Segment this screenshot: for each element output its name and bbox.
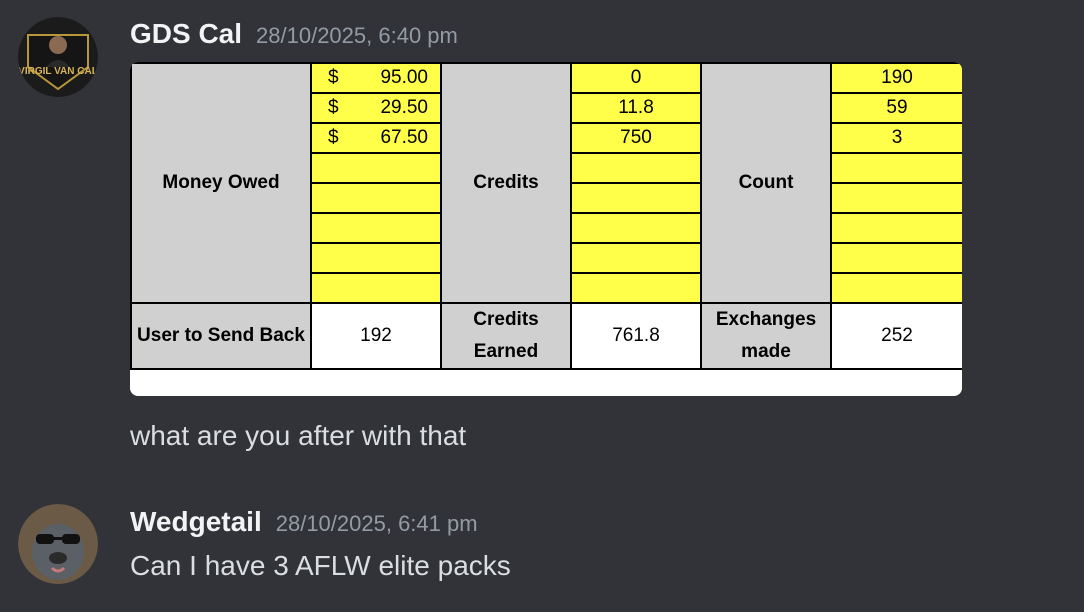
credits-cell: 0 [570,62,702,94]
user-to-send-back-value: 192 [310,302,442,370]
count-header: Count [700,62,832,304]
message-text: what are you after with that [130,420,467,451]
count-cell: 59 [830,92,962,124]
money-owed-cell: $29.50 [310,92,442,124]
credits-header: Credits [440,62,572,304]
author-name[interactable]: Wedgetail [130,506,262,537]
credits-cell [570,152,702,184]
spreadsheet-image-attachment[interactable]: Money Owed $95.00 Credits 0 Count 190 $2… [130,62,962,396]
credits-cell [570,242,702,274]
timestamp: 28/10/2025, 6:40 pm [256,23,458,48]
timestamp: 28/10/2025, 6:41 pm [275,511,478,536]
virgil-van-cal-avatar-icon[interactable]: VIRGIL VAN CAL [18,17,98,97]
money-owed-cell [310,272,442,304]
dog-with-sunglasses-avatar-icon[interactable] [18,504,98,584]
money-owed-cell: $95.00 [310,62,442,94]
count-cell [830,272,962,304]
money-owed-cell [310,182,442,214]
message-text: Can I have 3 AFLW elite packs [130,550,511,581]
credits-cell [570,212,702,244]
count-cell: 3 [830,122,962,154]
money-owed-cell [310,212,442,244]
exchanges-made-label: Exchanges made [700,302,832,370]
money-owed-header: Money Owed [130,62,312,304]
svg-text:VIRGIL VAN CAL: VIRGIL VAN CAL [18,66,98,77]
count-cell [830,212,962,244]
count-cell [830,242,962,274]
money-owed-cell [310,242,442,274]
credits-earned-value: 761.8 [570,302,702,370]
credits-earned-label: Credits Earned [440,302,572,370]
money-owed-cell: $67.50 [310,122,442,154]
user-to-send-back-label: User to Send Back [130,302,312,370]
author-name[interactable]: GDS Cal [130,18,242,49]
credits-cell [570,272,702,304]
spreadsheet-table: Money Owed $95.00 Credits 0 Count 190 $2… [130,62,962,370]
credits-cell: 750 [570,122,702,154]
count-cell: 190 [830,62,962,94]
exchanges-made-value: 252 [830,302,962,370]
count-cell [830,182,962,214]
credits-cell [570,182,702,214]
credits-cell: 11.8 [570,92,702,124]
money-owed-cell [310,152,442,184]
count-cell [830,152,962,184]
